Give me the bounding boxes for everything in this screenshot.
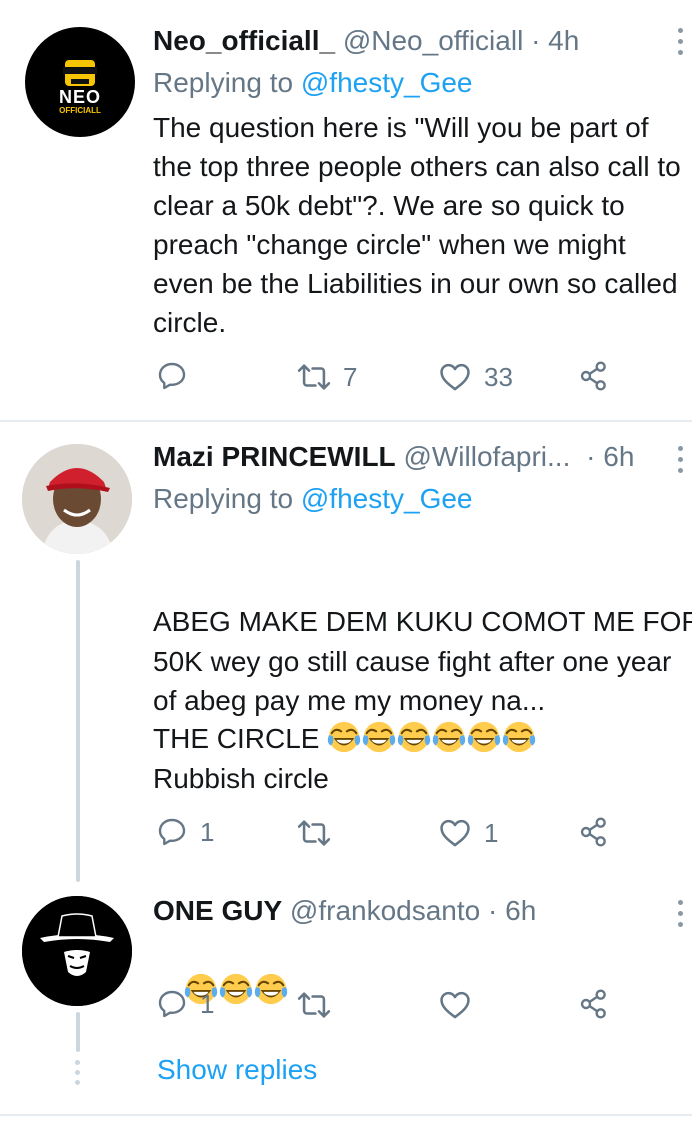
reply-count: 1 <box>200 988 215 1019</box>
replying-prefix: Replying to <box>153 67 301 98</box>
tweet-actions: 7 33 <box>0 360 692 400</box>
display-name[interactable]: Neo_officiall_ <box>153 25 335 56</box>
joy-emoji-icon <box>362 720 396 754</box>
like-count: 1 <box>484 817 499 848</box>
replying-prefix: Replying to <box>153 483 301 514</box>
like-button[interactable] <box>438 988 484 1022</box>
reply-icon <box>156 360 188 392</box>
display-name[interactable]: Mazi PRINCEWILL <box>153 441 396 472</box>
tweet-time: · 6h <box>586 441 635 472</box>
share-icon <box>578 816 610 848</box>
reply-button[interactable] <box>156 360 200 392</box>
retweet-icon <box>297 988 331 1022</box>
tweet-header: Neo_officiall_ @Neo_officiall · 4h <box>153 24 579 58</box>
avatar-neo[interactable]: NEO OFFICIALL <box>25 27 135 137</box>
tweet-time: · 4h <box>531 25 580 56</box>
reply-icon <box>156 816 188 848</box>
joy-emoji-icon <box>327 720 361 754</box>
share-icon <box>578 360 610 392</box>
tweet-neo[interactable]: NEO OFFICIALL Neo_officiall_ @Neo_offici… <box>0 0 692 420</box>
tweet-header: Mazi PRINCEWILL @Willofapri... · 6h <box>153 440 634 474</box>
share-icon <box>578 988 610 1020</box>
more-options-icon[interactable] <box>672 446 688 473</box>
replying-to-link[interactable]: @fhesty_Gee <box>301 67 473 98</box>
retweet-count: 7 <box>343 361 358 392</box>
tweet-actions: 1 1 <box>0 816 692 856</box>
show-replies-link[interactable]: Show replies <box>157 1052 317 1088</box>
like-button[interactable]: 33 <box>438 360 513 394</box>
share-button[interactable] <box>578 360 610 392</box>
replying-to: Replying to @fhesty_Gee <box>153 66 473 100</box>
tweet-princewill[interactable]: Mazi PRINCEWILL @Willofapri... · 6h Repl… <box>0 422 692 882</box>
retweet-button[interactable] <box>297 988 343 1022</box>
tweet-header: ONE GUY @frankodsanto · 6h <box>153 894 536 928</box>
reply-button[interactable]: 1 <box>156 988 214 1020</box>
heart-icon <box>438 360 472 394</box>
replying-to-link[interactable]: @fhesty_Gee <box>301 483 473 514</box>
more-options-icon[interactable] <box>672 900 688 927</box>
retweet-icon <box>297 360 331 394</box>
display-name[interactable]: ONE GUY <box>153 895 282 926</box>
neo-logo-subtext: OFFICIALL <box>59 106 101 115</box>
more-options-icon[interactable] <box>672 28 688 55</box>
reply-count: 1 <box>200 816 215 847</box>
user-handle[interactable]: @Willofapri... <box>403 441 570 472</box>
share-button[interactable] <box>578 988 610 1020</box>
tweet-text-line2: THE CIRCLE <box>153 719 692 758</box>
joy-emoji-icon <box>502 720 536 754</box>
person-photo-icon <box>22 444 132 554</box>
joy-emoji-icon <box>432 720 466 754</box>
joy-emoji-icon <box>467 720 501 754</box>
heart-icon <box>438 816 472 850</box>
user-handle[interactable]: @frankodsanto <box>290 895 480 926</box>
retweet-button[interactable] <box>297 816 343 850</box>
laughing-emojis <box>327 720 536 754</box>
bottom-divider <box>0 1114 692 1116</box>
thread-dots <box>75 1060 80 1085</box>
tweet-text: The question here is "Will you be part o… <box>153 112 689 338</box>
tweet-text-paragraph3: Rubbish circle <box>153 763 329 794</box>
tweet-actions: 1 <box>0 988 692 1028</box>
neo-logo-text: NEO <box>58 87 101 107</box>
tweet-oneguy[interactable]: ONE GUY @frankodsanto · 6h 1 <box>0 882 692 1112</box>
replying-to: Replying to @fhesty_Gee <box>153 482 473 516</box>
joy-emoji-icon <box>397 720 431 754</box>
retweet-button[interactable]: 7 <box>297 360 357 394</box>
user-handle[interactable]: @Neo_officiall <box>343 25 523 56</box>
reply-button[interactable]: 1 <box>156 816 214 848</box>
neo-logo-icon <box>63 60 97 86</box>
retweet-icon <box>297 816 331 850</box>
tweet-text-line2-text: THE CIRCLE <box>153 723 320 754</box>
reply-icon <box>156 988 188 1020</box>
heart-icon <box>438 988 472 1022</box>
tweet-text-line1: ABEG MAKE DEM KUKU COMOT ME FOR <box>153 606 692 637</box>
like-button[interactable]: 1 <box>438 816 498 850</box>
share-button[interactable] <box>578 816 610 848</box>
like-count: 33 <box>484 361 513 392</box>
tweet-time: · 6h <box>488 895 537 926</box>
avatar-princewill[interactable] <box>22 444 132 554</box>
tweet-text-paragraph2: 50K wey go still cause fight after one y… <box>153 646 680 716</box>
